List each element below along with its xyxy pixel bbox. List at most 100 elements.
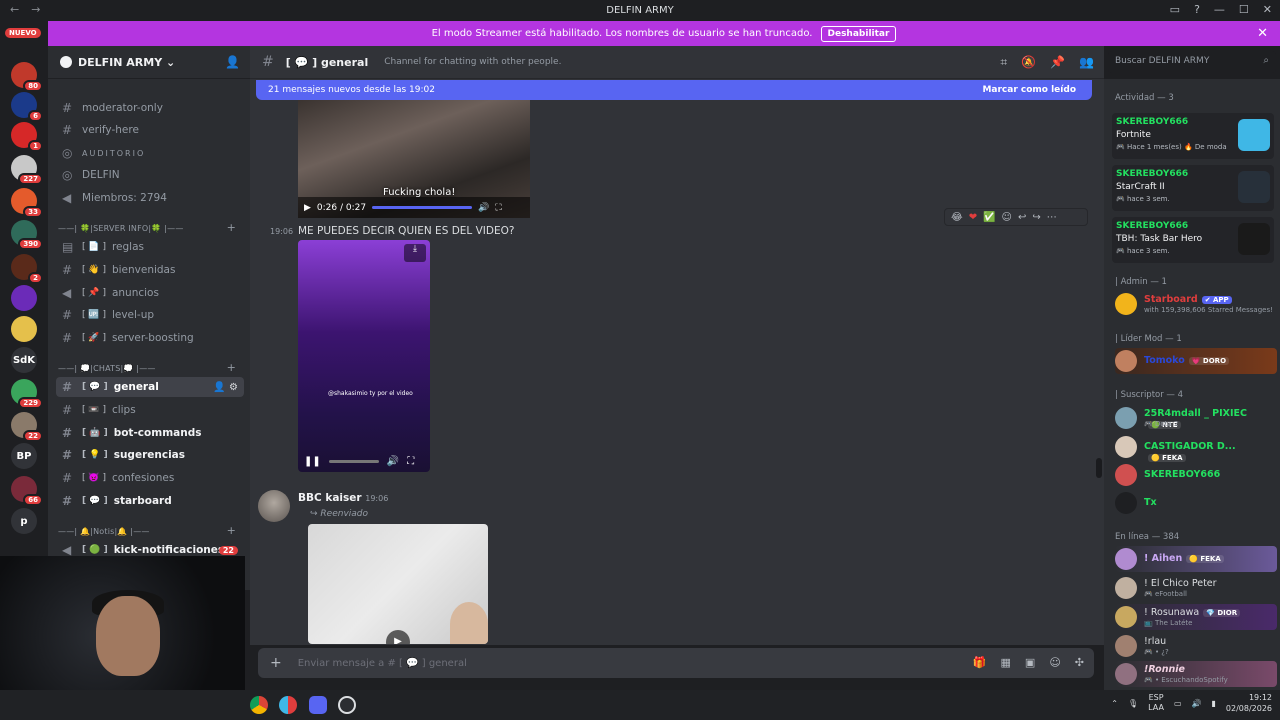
scrollbar[interactable] bbox=[1096, 458, 1102, 478]
category-server-info[interactable]: ——| 🍀|SERVER INFO|🍀 |—— + bbox=[58, 221, 238, 234]
battery-icon[interactable]: ▮ bbox=[1211, 699, 1215, 708]
forward-icon[interactable]: → bbox=[31, 3, 40, 16]
play-icon[interactable]: ▶ bbox=[304, 203, 311, 213]
video-progress[interactable] bbox=[328, 459, 379, 463]
discord-icon[interactable] bbox=[309, 696, 327, 714]
server-icon[interactable]: 33 bbox=[11, 188, 43, 218]
member-item[interactable]: Tx bbox=[1115, 490, 1277, 516]
chevron-up-icon[interactable]: ⌃ bbox=[1111, 699, 1118, 708]
search-input[interactable]: Buscar DELFIN ARMY ⌕ bbox=[1108, 51, 1276, 73]
member-item[interactable]: !rlau 🎮 • ¿? bbox=[1115, 633, 1277, 659]
settings-icon[interactable]: 👤 ⚙ bbox=[213, 382, 238, 393]
server-label[interactable]: p bbox=[11, 508, 37, 534]
server-icon[interactable] bbox=[11, 285, 37, 311]
channel-general[interactable]: #[ 💬 ] general 👤 ⚙ bbox=[56, 377, 244, 397]
check-emoji-icon[interactable]: ✅ bbox=[983, 212, 995, 223]
new-messages-bar[interactable]: 21 mensajes nuevos desde las 19:02 Marca… bbox=[256, 80, 1092, 100]
category-chats[interactable]: ——| 💭|CHATS|💭 |—— + bbox=[58, 361, 238, 374]
minimize-button[interactable]: — bbox=[1214, 3, 1225, 16]
channel-item[interactable]: #[ 🚀 ] server-boosting bbox=[56, 328, 244, 348]
channel-topic[interactable]: Channel for chatting with other people. bbox=[384, 57, 561, 67]
video-attachment[interactable]: ⤓ @shakasimio ty por el video ❚❚ 🔊 ⛶ bbox=[298, 240, 430, 472]
channel-item[interactable]: #[ 📼 ] clips bbox=[56, 400, 244, 420]
channel-item[interactable]: ▤[ 📄 ] reglas bbox=[56, 237, 244, 257]
activity-card[interactable]: SKEREBOY666 Fortnite 🎮 Hace 1 mes(es) 🔥 De… bbox=[1112, 113, 1274, 159]
close-window-button[interactable]: ✕ bbox=[1263, 3, 1272, 16]
gift-icon[interactable]: 🎁 bbox=[973, 656, 987, 669]
heart-emoji-icon[interactable]: ❤ bbox=[969, 212, 977, 223]
server-icon[interactable]: 1 bbox=[11, 122, 43, 152]
network-icon[interactable]: ▭ bbox=[1174, 699, 1182, 708]
add-reaction-icon[interactable]: ☺ bbox=[1002, 212, 1012, 223]
message-composer[interactable]: + Enviar mensaje a # [ 💬 ] general 🎁 ▦ ▣… bbox=[258, 648, 1094, 678]
server-header[interactable]: DELFIN ARMY ⌄ 👤 bbox=[48, 46, 250, 79]
category-notis[interactable]: ——| 🔔|Notis|🔔 |—— + bbox=[58, 524, 238, 537]
member-item[interactable]: !Ronnie 🎮 • EscuchandoSpotify bbox=[1115, 661, 1277, 687]
video-controls[interactable]: ▶ 0:26 / 0:27 🔊 ⛶ bbox=[298, 197, 530, 218]
download-icon[interactable]: ⤓ bbox=[404, 244, 426, 262]
server-icon[interactable]: 22 bbox=[11, 412, 43, 442]
add-member-icon[interactable]: 👤 bbox=[225, 55, 240, 69]
voice-channel[interactable]: ◎ DELFIN bbox=[56, 165, 244, 185]
video-attachment[interactable]: ▶ bbox=[308, 524, 488, 644]
server-icon[interactable] bbox=[11, 316, 37, 342]
back-icon[interactable]: ← bbox=[10, 3, 19, 16]
volume-icon[interactable]: 🔊 bbox=[478, 203, 489, 213]
forward-icon[interactable]: ↪ bbox=[1032, 212, 1040, 223]
channel-item[interactable]: ◀[ 📌 ] anuncios bbox=[56, 283, 244, 303]
stat-channel[interactable]: ◀ Miembros: 2794 bbox=[56, 188, 244, 208]
activity-card[interactable]: SKEREBOY666 TBH: Task Bar Hero 🎮 hace 3 se… bbox=[1112, 217, 1274, 263]
activity-card[interactable]: SKEREBOY666 StarCraft II 🎮 hace 3 sem. bbox=[1112, 165, 1274, 211]
member-item[interactable]: SKEREBOY666 bbox=[1115, 462, 1277, 488]
emoji-icon[interactable]: ☺ bbox=[1049, 656, 1060, 669]
chrome-icon[interactable] bbox=[250, 696, 268, 714]
fullscreen-icon[interactable]: ⛶ bbox=[495, 203, 501, 213]
more-icon[interactable]: ⋯ bbox=[1047, 212, 1057, 223]
mic-icon[interactable]: 🎙 bbox=[1128, 699, 1138, 708]
message-author[interactable]: BBC kaiser 19:06 bbox=[298, 492, 388, 504]
server-icon[interactable]: 66 bbox=[11, 476, 43, 506]
server-icon[interactable]: 2 bbox=[11, 254, 43, 284]
channel-item[interactable]: #[ 💬 ] starboard bbox=[56, 491, 244, 511]
server-icon[interactable]: 227 bbox=[11, 155, 43, 185]
mute-icon[interactable]: 🔕 bbox=[1021, 55, 1036, 70]
threads-icon[interactable]: ⌗ bbox=[1000, 55, 1007, 70]
close-icon[interactable]: ✕ bbox=[1257, 26, 1268, 41]
video-progress[interactable] bbox=[372, 206, 473, 209]
attach-plus-icon[interactable]: + bbox=[270, 655, 282, 671]
member-item[interactable]: 25R4mdall _ PIXIEC🟢 NTE 🎮 Dota 2 bbox=[1115, 405, 1277, 431]
volume-icon[interactable]: 🔊 bbox=[387, 456, 399, 467]
member-item[interactable]: ! Aihen 🟡 FEKA bbox=[1115, 546, 1277, 572]
laugh-emoji-icon[interactable]: 😂 bbox=[951, 212, 963, 223]
disable-button[interactable]: Deshabilitar bbox=[820, 25, 897, 42]
server-icon[interactable]: 229 bbox=[11, 379, 43, 409]
fullscreen-icon[interactable]: ⛶ bbox=[407, 456, 414, 467]
member-item[interactable]: CASTIGADOR D...🟡 FEKA bbox=[1115, 434, 1277, 462]
channel-item[interactable]: #[ 🆙 ] level-up bbox=[56, 305, 244, 325]
sticker-icon[interactable]: ▣ bbox=[1025, 656, 1035, 669]
clock[interactable]: 19:12 02/08/2026 bbox=[1226, 692, 1272, 714]
help-icon[interactable]: ? bbox=[1194, 3, 1200, 16]
reply-icon[interactable]: ↩ bbox=[1018, 212, 1026, 223]
gif-icon[interactable]: ▦ bbox=[1001, 656, 1011, 669]
obs-icon[interactable] bbox=[338, 696, 356, 714]
video-controls[interactable]: ❚❚ 🔊 ⛶ bbox=[298, 450, 430, 472]
nav-arrows[interactable]: ← → bbox=[10, 3, 52, 16]
pause-icon[interactable]: ❚❚ bbox=[304, 456, 321, 467]
apps-icon[interactable]: ✣ bbox=[1075, 656, 1084, 669]
server-icon[interactable]: 80 bbox=[11, 62, 43, 92]
server-icon[interactable]: 6 bbox=[11, 92, 43, 122]
pin-icon[interactable]: 📌 bbox=[1050, 55, 1065, 70]
volume-icon[interactable]: 🔊 bbox=[1192, 699, 1202, 708]
maximize-button[interactable]: ☐ bbox=[1239, 3, 1249, 16]
member-item[interactable]: Tomoko 💗 DORO bbox=[1115, 348, 1277, 374]
inbox-icon[interactable]: ▭ bbox=[1170, 3, 1180, 16]
server-label[interactable]: SdK bbox=[11, 347, 37, 373]
play-icon[interactable]: ▶ bbox=[386, 630, 410, 644]
avatar[interactable] bbox=[258, 490, 290, 522]
member-item[interactable]: ! El Chico Peter 🎮 eFootball bbox=[1115, 575, 1277, 601]
members-icon[interactable]: 👥 bbox=[1079, 55, 1094, 70]
channel-item[interactable]: #[ 👋 ] bienvenidas bbox=[56, 260, 244, 280]
server-label[interactable]: BP bbox=[11, 443, 37, 469]
member-item[interactable]: ! Rosunawa 💎 DIOR 📺 The Latéte bbox=[1115, 604, 1277, 630]
